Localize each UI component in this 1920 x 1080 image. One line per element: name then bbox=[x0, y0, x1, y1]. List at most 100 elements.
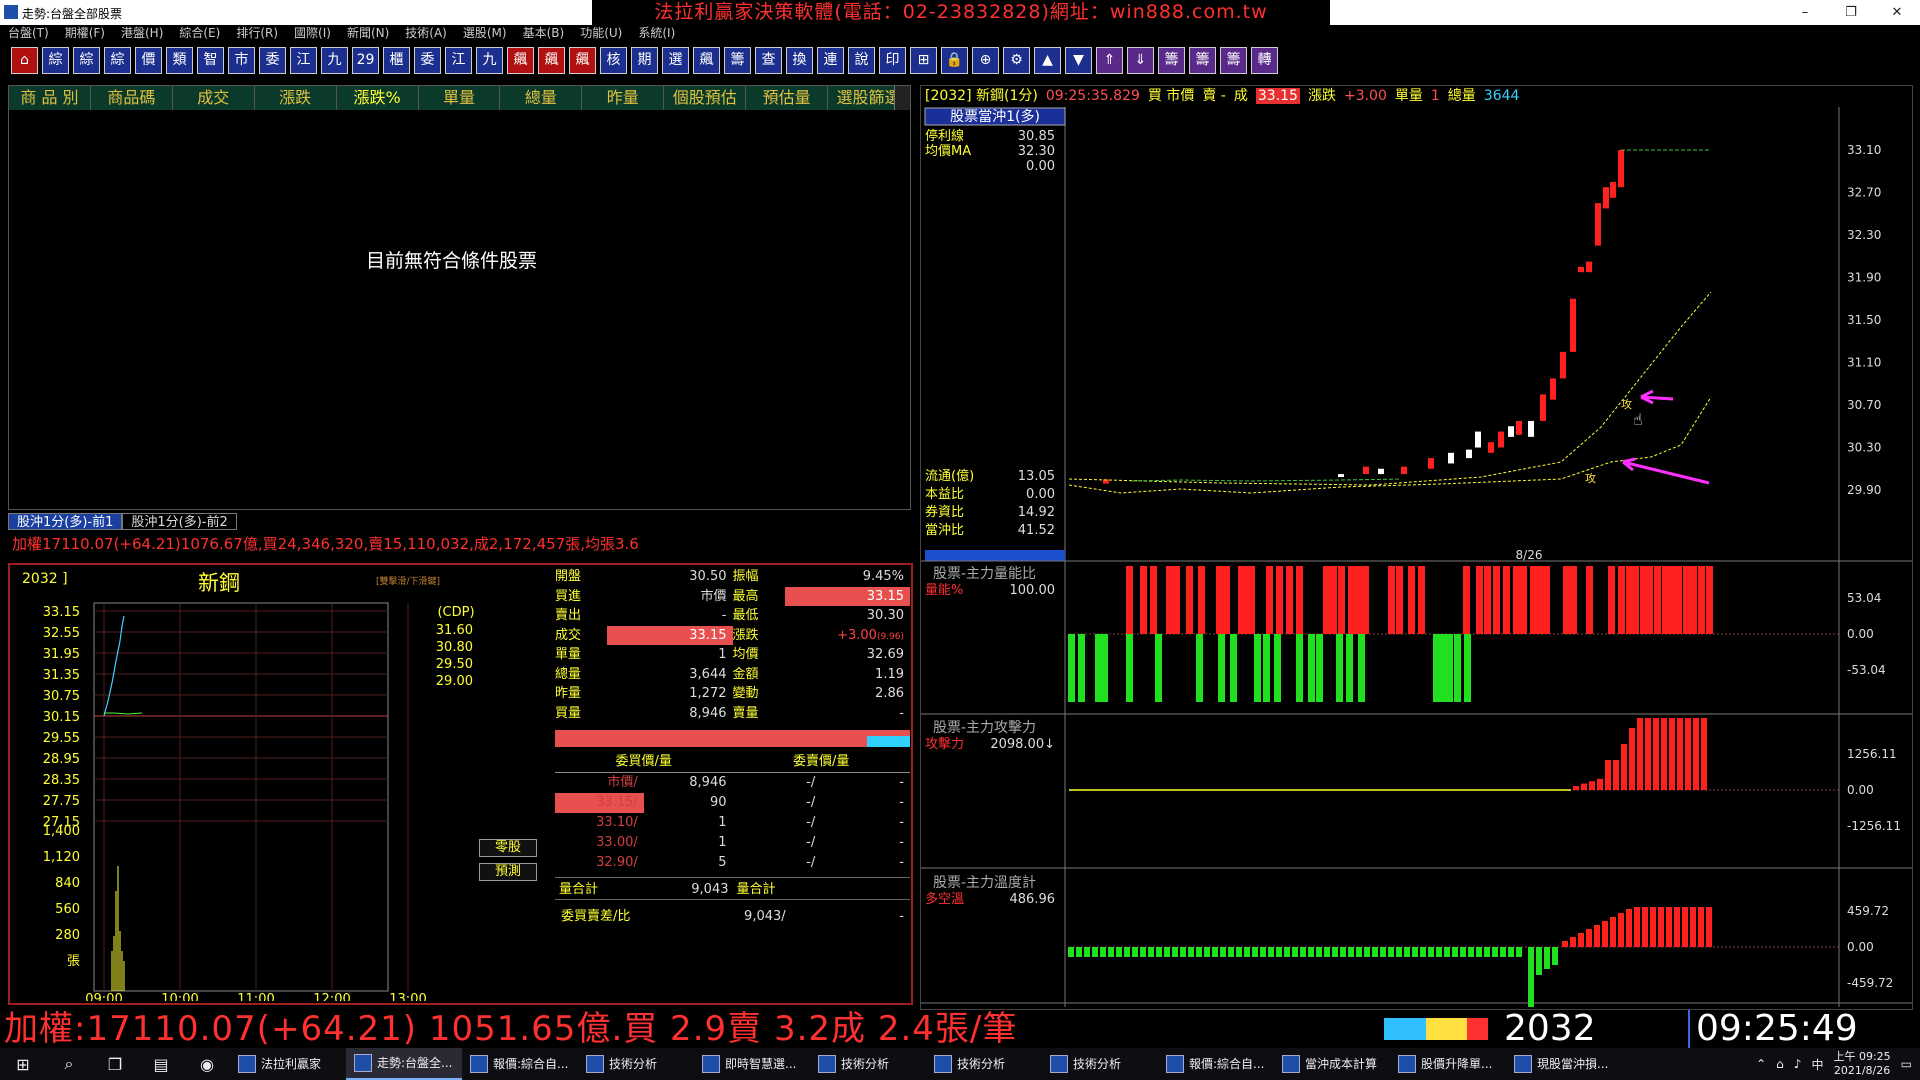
toolbar-button-20[interactable]: 期 bbox=[631, 46, 658, 74]
technical-chart[interactable]: 股票當沖1(多)停利線 30.85均價MA 32.300.00流通(億) 13.05本… bbox=[921, 107, 1912, 1007]
bid-price[interactable]: 市價/ bbox=[555, 773, 644, 793]
toolbar-button-28[interactable]: 印 bbox=[879, 46, 906, 74]
toolbar-button-10[interactable]: 九 bbox=[321, 46, 348, 74]
bid-price[interactable]: 32.90/ bbox=[555, 853, 644, 873]
taskbar-task-4[interactable]: 即時智慧選... bbox=[694, 1048, 810, 1080]
toolbar-button-6[interactable]: 智 bbox=[197, 46, 224, 74]
toolbar-button-34[interactable]: ▼ bbox=[1065, 46, 1092, 74]
selector-tab-1[interactable]: 商品碼 bbox=[91, 86, 173, 110]
minimize-button[interactable]: – bbox=[1782, 0, 1828, 25]
odd-lot-button[interactable]: 零股 bbox=[479, 839, 537, 857]
toolbar-button-24[interactable]: 查 bbox=[755, 46, 782, 74]
toolbar-button-18[interactable]: 飆 bbox=[569, 46, 596, 74]
toolbar-button-1[interactable]: 綜 bbox=[42, 46, 69, 74]
bid-price[interactable]: 33.10/ bbox=[555, 813, 644, 833]
toolbar-button-13[interactable]: 委 bbox=[414, 46, 441, 74]
search-icon[interactable]: ⌕ bbox=[46, 1054, 92, 1074]
task-view-icon[interactable]: ❐ bbox=[92, 1055, 138, 1074]
toolbar-button-19[interactable]: 核 bbox=[600, 46, 627, 74]
toolbar-button-7[interactable]: 市 bbox=[228, 46, 255, 74]
selector-tab-2[interactable]: 成交 bbox=[173, 86, 255, 110]
selector-scroll-button[interactable] bbox=[894, 86, 910, 110]
taskbar-task-9[interactable]: 當沖成本計算 bbox=[1274, 1048, 1390, 1080]
taskbar-task-0[interactable]: 法拉利贏家 bbox=[230, 1048, 346, 1080]
toolbar-button-32[interactable]: ⚙ bbox=[1003, 46, 1030, 74]
strategy-tab-1[interactable]: 股沖1分(多)-前2 bbox=[122, 513, 237, 530]
menu-item-2[interactable]: 港盤(H) bbox=[113, 25, 171, 42]
start-windows-icon[interactable]: ⊞ bbox=[0, 1055, 46, 1074]
selector-tab-0[interactable]: 商 品 別 bbox=[9, 86, 91, 110]
toolbar-button-4[interactable]: 價 bbox=[135, 46, 162, 74]
menu-item-4[interactable]: 排行(R) bbox=[228, 25, 286, 42]
taskbar-task-7[interactable]: 技術分析 bbox=[1042, 1048, 1158, 1080]
toolbar-button-23[interactable]: 籌 bbox=[724, 46, 751, 74]
toolbar-button-16[interactable]: 飆 bbox=[507, 46, 534, 74]
maximize-button[interactable]: ❐ bbox=[1828, 0, 1874, 25]
notification-icon[interactable]: ▭ bbox=[1901, 1057, 1912, 1071]
strategy-tab-0[interactable]: 股沖1分(多)-前1 bbox=[8, 513, 123, 530]
taskbar-clock[interactable]: 上午 09:25 2021/8/26 bbox=[1833, 1050, 1890, 1078]
menu-item-1[interactable]: 期權(F) bbox=[57, 25, 113, 42]
menu-item-8[interactable]: 選股(M) bbox=[455, 25, 515, 42]
tray-chevron-up-icon[interactable]: ⌃ bbox=[1756, 1057, 1766, 1071]
taskbar-task-1[interactable]: 走勢:台盤全... bbox=[346, 1048, 462, 1080]
menu-item-7[interactable]: 技術(A) bbox=[397, 25, 455, 42]
ask-price[interactable]: -/ bbox=[733, 773, 822, 793]
ime-icon[interactable]: 中 bbox=[1811, 1056, 1823, 1073]
taskbar-task-11[interactable]: 現股當沖損... bbox=[1506, 1048, 1622, 1080]
selector-tab-8[interactable]: 個股預估 bbox=[664, 86, 747, 110]
toolbar-button-30[interactable]: 🔒 bbox=[941, 46, 968, 74]
network-icon[interactable]: ⌂ bbox=[1776, 1057, 1784, 1071]
selector-tab-4[interactable]: 漲跌% bbox=[337, 86, 419, 110]
chrome-icon[interactable]: ◉ bbox=[184, 1055, 230, 1074]
toolbar-button-35[interactable]: ⇑ bbox=[1096, 46, 1123, 74]
taskbar-task-2[interactable]: 報價:綜合自... bbox=[462, 1048, 578, 1080]
menu-item-11[interactable]: 系統(I) bbox=[630, 25, 683, 42]
toolbar-button-36[interactable]: ⇓ bbox=[1127, 46, 1154, 74]
ask-price[interactable]: -/ bbox=[733, 833, 822, 853]
ask-price[interactable]: -/ bbox=[733, 813, 822, 833]
ask-price[interactable]: -/ bbox=[733, 793, 822, 813]
toolbar-button-40[interactable]: 轉 bbox=[1251, 46, 1278, 74]
bid-price[interactable]: 33.00/ bbox=[555, 833, 644, 853]
taskbar-task-6[interactable]: 技術分析 bbox=[926, 1048, 1042, 1080]
selector-tab-5[interactable]: 單量 bbox=[419, 86, 501, 110]
close-button[interactable]: ✕ bbox=[1874, 0, 1920, 25]
bid-price[interactable]: 33.15/ bbox=[555, 793, 644, 813]
toolbar-button-3[interactable]: 綜 bbox=[104, 46, 131, 74]
toolbar-button-14[interactable]: 江 bbox=[445, 46, 472, 74]
volume-icon[interactable]: ♪ bbox=[1794, 1057, 1802, 1071]
toolbar-button-8[interactable]: 委 bbox=[259, 46, 286, 74]
menu-item-0[interactable]: 台盤(T) bbox=[0, 25, 57, 42]
selector-tab-6[interactable]: 總量 bbox=[500, 86, 583, 110]
toolbar-button-0[interactable]: ⌂ bbox=[11, 46, 38, 74]
toolbar-button-17[interactable]: 飆 bbox=[538, 46, 565, 74]
ask-price[interactable]: -/ bbox=[733, 853, 822, 873]
toolbar-button-12[interactable]: 櫃 bbox=[383, 46, 410, 74]
date-scrollbar[interactable] bbox=[925, 550, 1065, 561]
toolbar-button-27[interactable]: 說 bbox=[848, 46, 875, 74]
toolbar-button-2[interactable]: 綜 bbox=[73, 46, 100, 74]
file-explorer-icon[interactable]: ▤ bbox=[138, 1055, 184, 1074]
toolbar-button-21[interactable]: 選 bbox=[662, 46, 689, 74]
taskbar-task-10[interactable]: 股價升降單... bbox=[1390, 1048, 1506, 1080]
toolbar-button-26[interactable]: 連 bbox=[817, 46, 844, 74]
taskbar-task-5[interactable]: 技術分析 bbox=[810, 1048, 926, 1080]
toolbar-button-22[interactable]: 飆 bbox=[693, 46, 720, 74]
toolbar-button-31[interactable]: ⊕ bbox=[972, 46, 999, 74]
toolbar-button-15[interactable]: 九 bbox=[476, 46, 503, 74]
selector-tab-3[interactable]: 漲跌 bbox=[255, 86, 337, 110]
toolbar-button-5[interactable]: 類 bbox=[166, 46, 193, 74]
menu-item-6[interactable]: 新聞(N) bbox=[339, 25, 397, 42]
taskbar-task-3[interactable]: 技術分析 bbox=[578, 1048, 694, 1080]
taskbar-task-8[interactable]: 報價:綜合自... bbox=[1158, 1048, 1274, 1080]
toolbar-button-37[interactable]: 籌 bbox=[1158, 46, 1185, 74]
predict-button[interactable]: 預測 bbox=[479, 863, 537, 881]
toolbar-button-11[interactable]: 29 bbox=[352, 46, 379, 74]
selector-tab-7[interactable]: 昨量 bbox=[582, 86, 665, 110]
toolbar-button-33[interactable]: ▲ bbox=[1034, 46, 1061, 74]
toolbar-button-9[interactable]: 江 bbox=[290, 46, 317, 74]
menu-item-9[interactable]: 基本(B) bbox=[515, 25, 573, 42]
menu-item-5[interactable]: 國際(I) bbox=[286, 25, 339, 42]
toolbar-button-38[interactable]: 籌 bbox=[1189, 46, 1216, 74]
